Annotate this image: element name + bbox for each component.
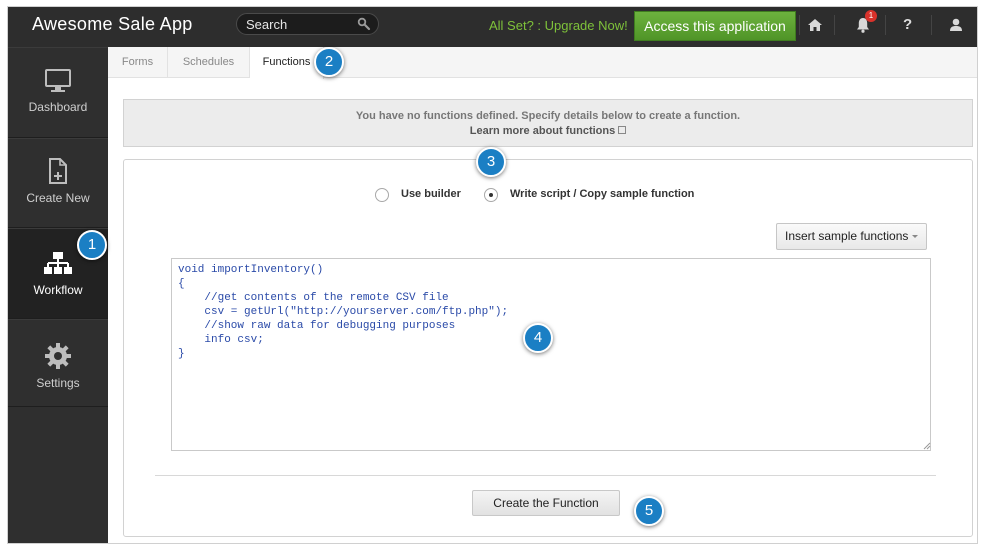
- notification-badge: 1: [865, 10, 877, 22]
- learn-more-link[interactable]: Learn more about functions: [470, 125, 615, 137]
- callout-1: 1: [77, 230, 107, 260]
- sidebar-item-label: Workflow: [33, 283, 83, 297]
- tab-functions[interactable]: Functions: [250, 47, 324, 79]
- callout-2: 2: [314, 47, 344, 77]
- tab-forms[interactable]: Forms: [108, 47, 168, 78]
- sidebar-item-settings[interactable]: Settings: [8, 319, 108, 407]
- home-icon[interactable]: [805, 15, 825, 35]
- tab-schedules[interactable]: Schedules: [168, 47, 250, 78]
- callout-3: 3: [476, 147, 506, 177]
- top-bar: Awesome Sale App All Set? : Upgrade Now!…: [8, 7, 977, 47]
- chevron-down-icon: [912, 235, 919, 238]
- app-window: Awesome Sale App All Set? : Upgrade Now!…: [7, 6, 978, 544]
- tab-bar: Forms Schedules Functions: [108, 47, 977, 79]
- sidebar: Dashboard Create New Workflow Settings: [8, 47, 108, 543]
- access-application-button[interactable]: Access this application: [634, 11, 796, 41]
- create-function-button[interactable]: Create the Function: [472, 490, 620, 516]
- divider: [885, 15, 886, 35]
- monitor-icon: [45, 69, 71, 92]
- no-functions-notice: You have no functions defined. Specify d…: [123, 99, 973, 147]
- sidebar-item-label: Dashboard: [28, 100, 88, 114]
- callout-5: 5: [634, 496, 664, 526]
- divider: [799, 15, 800, 35]
- sidebar-item-create-new[interactable]: Create New: [8, 138, 108, 228]
- workflow-icon: [44, 252, 72, 274]
- divider: [931, 15, 932, 35]
- sample-button-label: Insert sample functions: [785, 229, 909, 243]
- sidebar-item-label: Settings: [36, 376, 80, 390]
- callout-4: 4: [523, 323, 553, 353]
- insert-sample-functions-button[interactable]: Insert sample functions: [776, 223, 928, 250]
- use-builder-label[interactable]: Use builder: [401, 188, 461, 200]
- learn-more: Learn more about functions: [124, 125, 972, 137]
- divider: [155, 475, 936, 476]
- external-link-icon: [618, 126, 627, 134]
- resize-handle-icon[interactable]: [923, 442, 931, 450]
- app-title: Awesome Sale App: [32, 14, 193, 34]
- write-script-label[interactable]: Write script / Copy sample function: [510, 188, 694, 200]
- new-document-icon: [49, 158, 67, 184]
- notice-message: You have no functions defined. Specify d…: [355, 110, 741, 122]
- use-builder-radio[interactable]: [375, 188, 389, 202]
- divider: [834, 15, 835, 35]
- sidebar-item-label: Create New: [26, 191, 90, 205]
- write-script-radio[interactable]: [484, 188, 498, 202]
- upgrade-link[interactable]: All Set? : Upgrade Now!: [489, 18, 628, 33]
- search-icon[interactable]: [357, 17, 371, 31]
- search-input[interactable]: [246, 17, 356, 32]
- user-icon[interactable]: [946, 15, 966, 35]
- sidebar-item-dashboard[interactable]: Dashboard: [8, 47, 108, 138]
- gear-icon: [45, 343, 71, 369]
- help-icon[interactable]: ?: [903, 16, 912, 33]
- search-box[interactable]: [236, 13, 379, 35]
- script-editor[interactable]: void importInventory() { //get contents …: [171, 258, 931, 451]
